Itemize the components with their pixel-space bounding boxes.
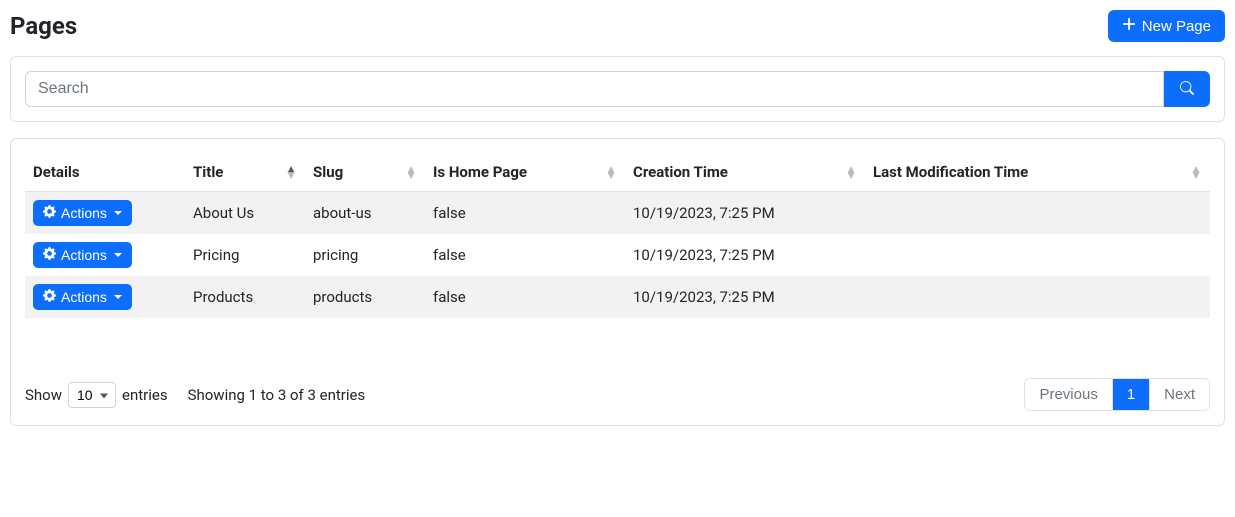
pages-table: Details Title ▲▼ Slug ▲▼ Is Home Page ▲▼… — [25, 153, 1210, 318]
sort-icon: ▲▼ — [285, 166, 297, 178]
page-1-button[interactable]: 1 — [1113, 379, 1150, 410]
table-info: Showing 1 to 3 of 3 entries — [188, 386, 366, 404]
cell-title: About Us — [185, 192, 305, 235]
chevron-down-icon — [114, 211, 122, 215]
cell-slug: pricing — [305, 234, 425, 276]
search-button[interactable] — [1164, 71, 1210, 107]
cell-slug: products — [305, 276, 425, 318]
table-card: Details Title ▲▼ Slug ▲▼ Is Home Page ▲▼… — [10, 138, 1225, 426]
column-details: Details — [25, 153, 185, 192]
entries-label: entries — [122, 386, 168, 404]
sort-icon: ▲▼ — [845, 166, 857, 178]
sort-icon: ▲▼ — [605, 166, 617, 178]
column-is-home-page[interactable]: Is Home Page ▲▼ — [425, 153, 625, 192]
cell-creation-time: 10/19/2023, 7:25 PM — [625, 234, 865, 276]
new-page-button[interactable]: New Page — [1108, 10, 1225, 42]
actions-button[interactable]: Actions — [33, 200, 132, 226]
plus-icon — [1122, 17, 1136, 35]
table-row: Actions Pricingpricingfalse10/19/2023, 7:… — [25, 234, 1210, 276]
chevron-down-icon — [114, 295, 122, 299]
column-last-modification-time[interactable]: Last Modification Time ▲▼ — [865, 153, 1210, 192]
cell-slug: about-us — [305, 192, 425, 235]
search-input[interactable] — [25, 71, 1164, 107]
previous-button[interactable]: Previous — [1025, 379, 1112, 410]
gear-icon — [43, 205, 56, 221]
column-title[interactable]: Title ▲▼ — [185, 153, 305, 192]
gear-icon — [43, 289, 56, 305]
sort-icon: ▲▼ — [405, 166, 417, 178]
cell-is-home-page: false — [425, 234, 625, 276]
table-row: Actions Productsproductsfalse10/19/2023, … — [25, 276, 1210, 318]
search-card — [10, 56, 1225, 122]
cell-last-modification-time — [865, 192, 1210, 235]
page-title: Pages — [10, 12, 77, 40]
search-icon — [1180, 81, 1194, 98]
cell-is-home-page: false — [425, 192, 625, 235]
gear-icon — [43, 247, 56, 263]
cell-creation-time: 10/19/2023, 7:25 PM — [625, 276, 865, 318]
cell-is-home-page: false — [425, 276, 625, 318]
actions-button[interactable]: Actions — [33, 242, 132, 268]
show-label: Show — [25, 386, 62, 404]
column-creation-time[interactable]: Creation Time ▲▼ — [625, 153, 865, 192]
column-slug[interactable]: Slug ▲▼ — [305, 153, 425, 192]
cell-last-modification-time — [865, 276, 1210, 318]
length-control: Show 10 entries — [25, 382, 168, 408]
length-select[interactable]: 10 — [68, 382, 116, 408]
pagination: Previous 1 Next — [1024, 378, 1210, 411]
sort-icon: ▲▼ — [1190, 166, 1202, 178]
cell-title: Products — [185, 276, 305, 318]
actions-button[interactable]: Actions — [33, 284, 132, 310]
actions-label: Actions — [61, 247, 107, 263]
table-row: Actions About Usabout-usfalse10/19/2023, … — [25, 192, 1210, 235]
next-button[interactable]: Next — [1150, 379, 1209, 410]
new-page-label: New Page — [1142, 18, 1211, 35]
chevron-down-icon — [114, 253, 122, 257]
cell-title: Pricing — [185, 234, 305, 276]
actions-label: Actions — [61, 205, 107, 221]
cell-last-modification-time — [865, 234, 1210, 276]
cell-creation-time: 10/19/2023, 7:25 PM — [625, 192, 865, 235]
actions-label: Actions — [61, 289, 107, 305]
